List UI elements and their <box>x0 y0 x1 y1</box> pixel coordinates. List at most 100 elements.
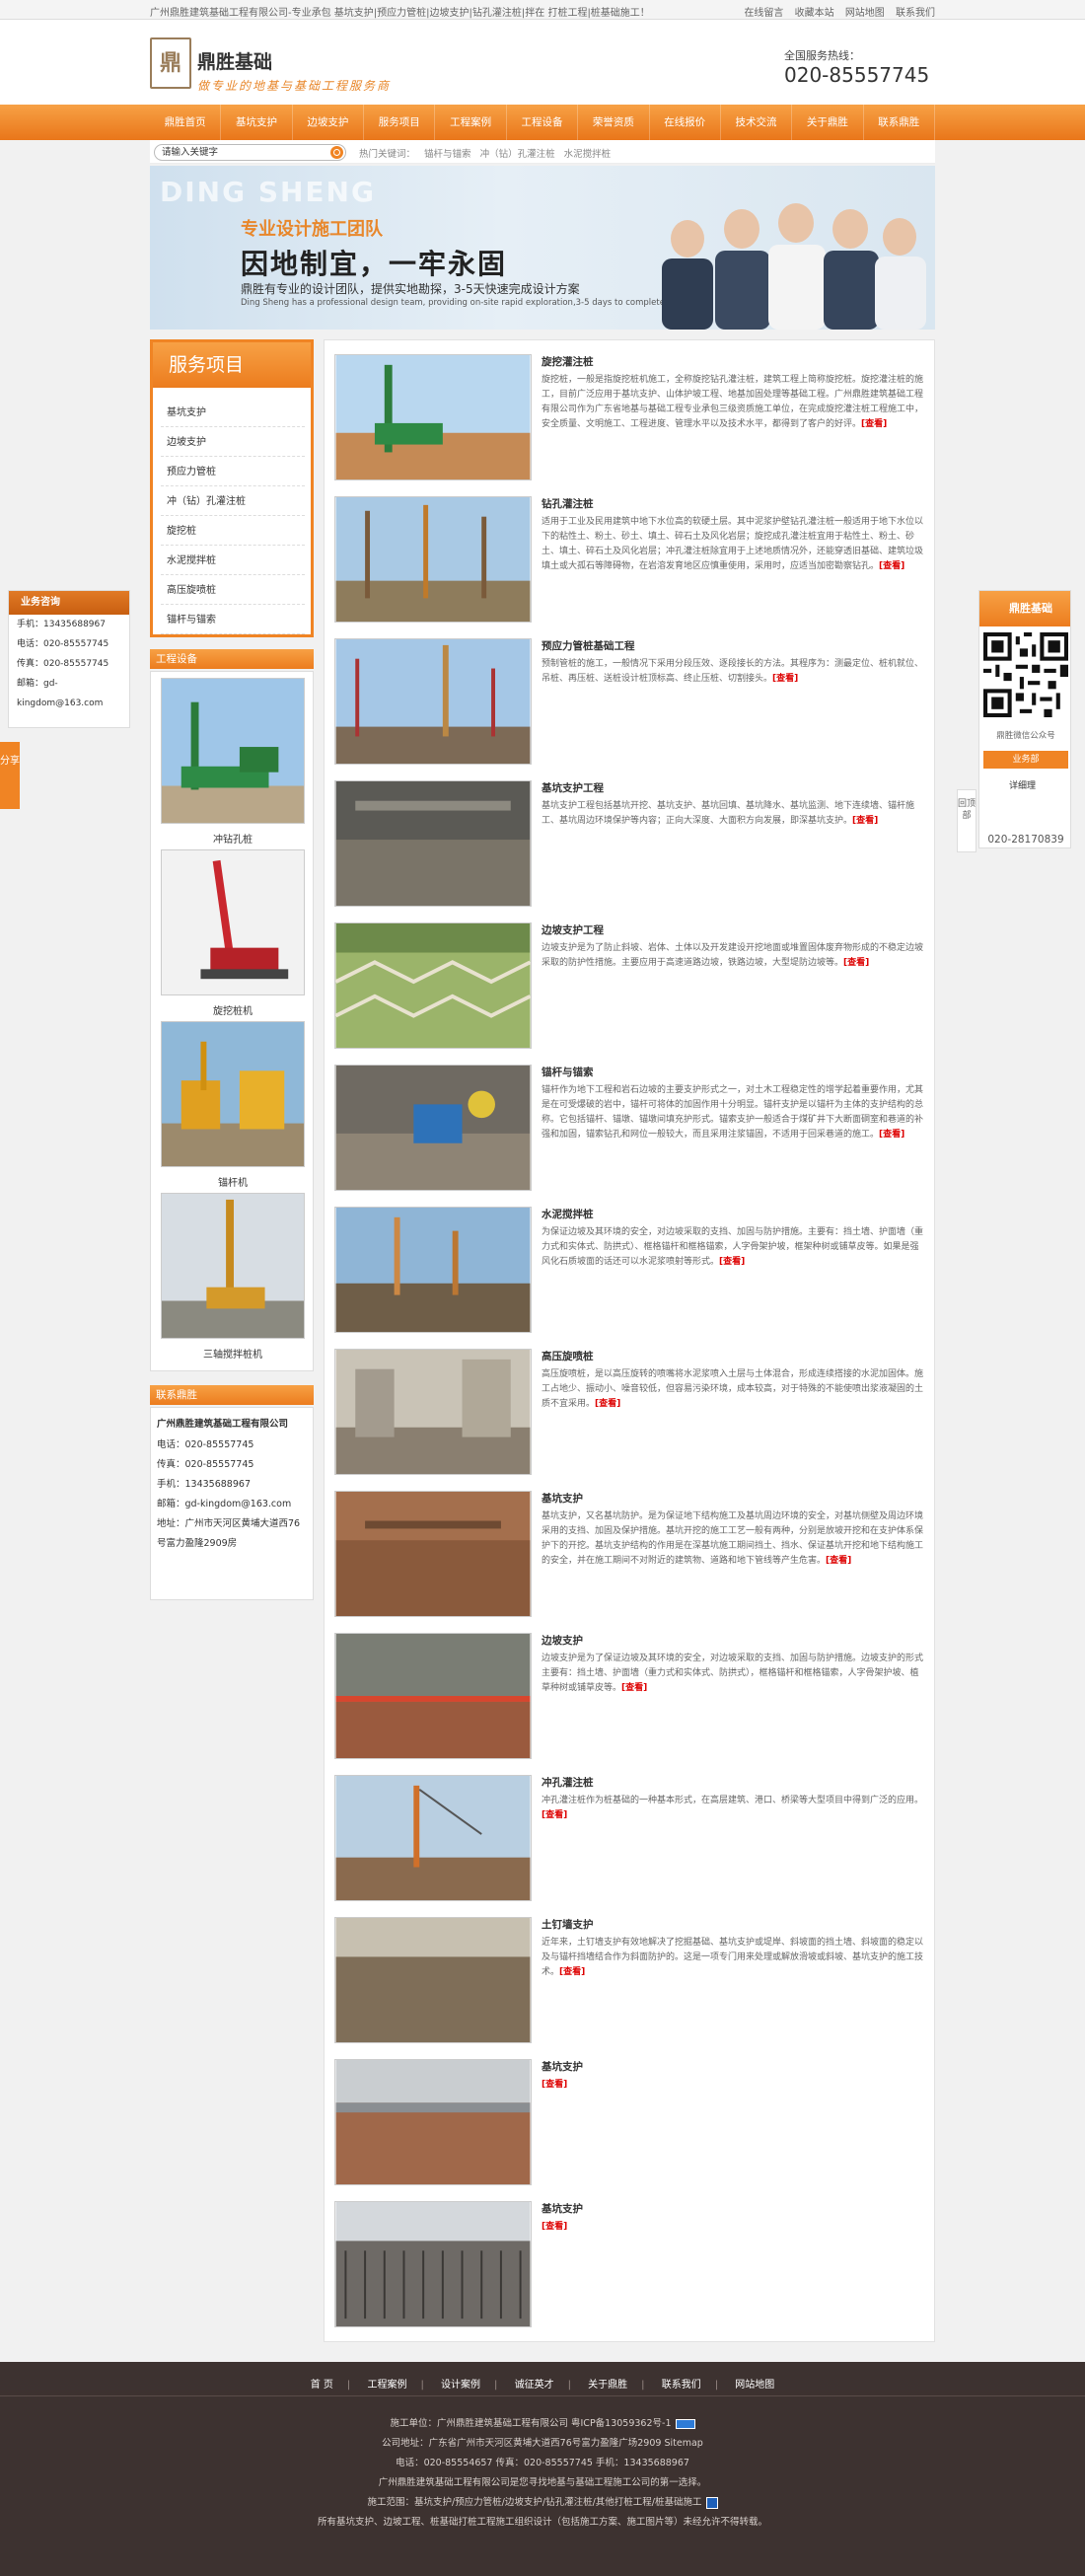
hero-banner[interactable]: DING SHENG 专业设计施工团队 因地制宜，一牢永固 鼎胜有专业的设计团队… <box>150 166 935 330</box>
article-desc: 边坡支护是为了保证边坡及其环境的安全，对边坡采取的支挡、加固与防护措施。边坡支护… <box>542 1654 924 1693</box>
footer-link-contact[interactable]: 联系我们 <box>662 2380 701 2391</box>
article-title[interactable]: 旋挖灌注桩 <box>542 354 924 369</box>
article-title[interactable]: 高压旋喷桩 <box>542 1349 924 1363</box>
article-item[interactable]: 基坑支护 [查看] <box>334 2059 926 2193</box>
equipment-item[interactable]: 旋挖桩机 <box>161 849 305 1017</box>
footer-link-about[interactable]: 关于鼎胜 <box>588 2380 627 2391</box>
article-title[interactable]: 钻孔灌注桩 <box>542 496 924 511</box>
logo-icon[interactable]: 鼎 <box>150 37 191 89</box>
article-title[interactable]: 基坑支护 <box>542 1491 924 1506</box>
logo-name[interactable]: 鼎胜基础 <box>197 47 272 74</box>
footer-link-sitemap[interactable]: 网站地图 <box>735 2380 774 2391</box>
view-more-link[interactable]: [查看] <box>595 1399 620 1409</box>
article-image <box>334 1207 532 1333</box>
nav-cases[interactable]: 工程案例 <box>435 105 507 140</box>
nav-slope-support[interactable]: 边坡支护 <box>293 105 365 140</box>
view-more-link[interactable]: [查看] <box>861 419 887 429</box>
top-link-favorite[interactable]: 收藏本站 <box>795 8 834 19</box>
article-title[interactable]: 基坑支护工程 <box>542 780 924 795</box>
view-more-link[interactable]: [查看] <box>542 2080 567 2090</box>
service-item[interactable]: 基坑支护 <box>161 400 305 427</box>
footer-link-design[interactable]: 设计案例 <box>441 2380 480 2391</box>
article-item[interactable]: 高压旋喷桩 高压旋喷桩，是以高压旋转的喷嘴将水泥浆喷入土层与土体混合，形成连续搭接… <box>334 1349 926 1483</box>
contact-box: 广州鼎胜建筑基础工程有限公司 电话：020-85557745 传真：020-85… <box>150 1407 314 1600</box>
nav-quote[interactable]: 在线报价 <box>650 105 721 140</box>
service-item[interactable]: 高压旋喷桩 <box>161 577 305 605</box>
hot-keyword[interactable]: 锚杆与锚索 <box>424 149 471 160</box>
article-item[interactable]: 土钉墙支护 近年来，土钉墙支护有效地解决了挖掘基础、基坑支护或堤岸、斜坡面的挡土墙… <box>334 1917 926 2051</box>
nav-tech[interactable]: 技术交流 <box>721 105 793 140</box>
qq-contact-button[interactable]: 详细理 <box>1009 778 1036 791</box>
view-more-link[interactable]: [查看] <box>542 1810 567 1820</box>
back-to-top-button[interactable]: 回顶部 <box>957 789 976 852</box>
nav-equipment[interactable]: 工程设备 <box>507 105 579 140</box>
article-item[interactable]: 水泥搅拌桩 为保证边坡及其环境的安全，对边坡采取的支挡、加固与防护措施。主要有：挡… <box>334 1207 926 1341</box>
contact-title[interactable]: 联系鼎胜 <box>150 1385 314 1405</box>
article-item[interactable]: 边坡支护边坡支护是为了保证边坡及其环境的安全，对边坡采取的支挡、加固与防护措施。… <box>334 1633 926 1767</box>
article-title[interactable]: 基坑支护 <box>542 2201 924 2216</box>
service-item[interactable]: 水泥搅拌桩 <box>161 548 305 575</box>
nav-pit-support[interactable]: 基坑支护 <box>221 105 293 140</box>
view-more-link[interactable]: [查看] <box>719 1257 745 1267</box>
view-more-link[interactable]: [查看] <box>621 1683 647 1693</box>
article-item[interactable]: 边坡支护工程 边坡支护是为了防止斜坡、岩体、土体以及开发建设开挖地面或堆置固体废弃… <box>334 922 926 1057</box>
article-title[interactable]: 边坡支护 <box>542 1633 924 1648</box>
service-item[interactable]: 冲（钻）孔灌注桩 <box>161 488 305 516</box>
dept-label: 业务部 <box>983 751 1068 769</box>
police-badge-icon[interactable] <box>705 2496 718 2509</box>
article-item[interactable]: 基坑支护 基坑支护，又名基坑防护。是为保证地下结构施工及基坑周边环境的安全，对基坑… <box>334 1491 926 1625</box>
view-more-link[interactable]: [查看] <box>879 561 904 571</box>
article-title[interactable]: 基坑支护 <box>542 2059 924 2074</box>
footer-link-home[interactable]: 首 页 <box>311 2380 333 2391</box>
article-item[interactable]: 基坑支护工程 基坑支护工程包括基坑开挖、基坑支护、基坑回填、基坑降水、基坑监测、地… <box>334 780 926 915</box>
view-more-link[interactable]: [查看] <box>879 1130 904 1140</box>
nav-about[interactable]: 关于鼎胜 <box>792 105 864 140</box>
article-title[interactable]: 水泥搅拌桩 <box>542 1207 924 1221</box>
view-more-link[interactable]: [查看] <box>843 958 869 968</box>
top-link-contact[interactable]: 联系我们 <box>896 8 935 19</box>
search-icon[interactable] <box>330 146 343 159</box>
equipment-image <box>161 849 305 995</box>
view-more-link[interactable]: [查看] <box>559 1967 585 1977</box>
article-item[interactable]: 旋挖灌注桩 旋挖桩，一般是指旋挖桩机施工，全称旋挖钻孔灌注桩，建筑工程上简称旋挖桩… <box>334 354 926 488</box>
equipment-title[interactable]: 工程设备 <box>150 649 314 669</box>
footer-address: 公司地址：广东省广州市天河区黄埔大道西76号富力盈隆广场2909 Sitemap <box>382 2438 703 2449</box>
top-link-message[interactable]: 在线留言 <box>744 8 783 19</box>
nav-honors[interactable]: 荣誉资质 <box>578 105 650 140</box>
view-more-link[interactable]: [查看] <box>772 674 798 684</box>
share-button[interactable]: 分享 <box>0 742 20 809</box>
search-input[interactable]: 请输入关键字 <box>154 144 346 161</box>
service-item[interactable]: 边坡支护 <box>161 429 305 457</box>
service-item[interactable]: 旋挖桩 <box>161 518 305 546</box>
article-title[interactable]: 边坡支护工程 <box>542 922 924 937</box>
article-item[interactable]: 基坑支护 [查看] <box>334 2201 926 2335</box>
view-more-link[interactable]: [查看] <box>852 816 878 826</box>
top-link-sitemap[interactable]: 网站地图 <box>845 8 885 19</box>
equipment-item[interactable]: 三轴搅拌桩机 <box>161 1193 305 1361</box>
service-item[interactable]: 锚杆与锚索 <box>161 607 305 634</box>
article-title[interactable]: 冲孔灌注桩 <box>542 1775 924 1790</box>
banner-english: Ding Sheng has a professional design tea… <box>241 298 695 308</box>
article-item[interactable]: 预应力管桩基础工程 预制管桩的施工，一般情况下采用分段压效、逐段接长的方法。其程序… <box>334 638 926 773</box>
nav-contact[interactable]: 联系鼎胜 <box>864 105 935 140</box>
article-item[interactable]: 冲孔灌注桩 冲孔灌注桩作为桩基础的一种基本形式，在高层建筑、港口、桥梁等大型项目中… <box>334 1775 926 1909</box>
cnzz-badge-icon[interactable] <box>675 2418 695 2429</box>
service-item[interactable]: 预应力管桩 <box>161 459 305 486</box>
article-title[interactable]: 锚杆与锚索 <box>542 1065 924 1079</box>
hot-keyword[interactable]: 冲（钻）孔灌注桩 <box>480 149 555 160</box>
footer-link-jobs[interactable]: 诚征英才 <box>515 2380 554 2391</box>
footer-link-cases[interactable]: 工程案例 <box>367 2380 406 2391</box>
view-more-link[interactable]: [查看] <box>826 1556 851 1566</box>
equipment-item[interactable]: 冲钻孔桩 <box>161 678 305 846</box>
article-list: 旋挖灌注桩 旋挖桩，一般是指旋挖桩机施工，全称旋挖钻孔灌注桩，建筑工程上简称旋挖桩… <box>324 339 935 2342</box>
article-title[interactable]: 预应力管桩基础工程 <box>542 638 924 653</box>
article-image <box>334 1917 532 2043</box>
article-item[interactable]: 钻孔灌注桩 适用于工业及民用建筑中地下水位高的软硬土层。其中泥浆护壁钻孔灌注桩一般… <box>334 496 926 630</box>
nav-home[interactable]: 鼎胜首页 <box>150 105 222 140</box>
equipment-item[interactable]: 锚杆机 <box>161 1021 305 1189</box>
view-more-link[interactable]: [查看] <box>542 2222 567 2232</box>
hot-keyword[interactable]: 水泥搅拌桩 <box>564 149 612 160</box>
nav-services[interactable]: 服务项目 <box>364 105 436 140</box>
article-title[interactable]: 土钉墙支护 <box>542 1917 924 1932</box>
article-item[interactable]: 锚杆与锚索 锚杆作为地下工程和岩石边坡的主要支护形式之一，对土木工程稳定性的增学起… <box>334 1065 926 1199</box>
